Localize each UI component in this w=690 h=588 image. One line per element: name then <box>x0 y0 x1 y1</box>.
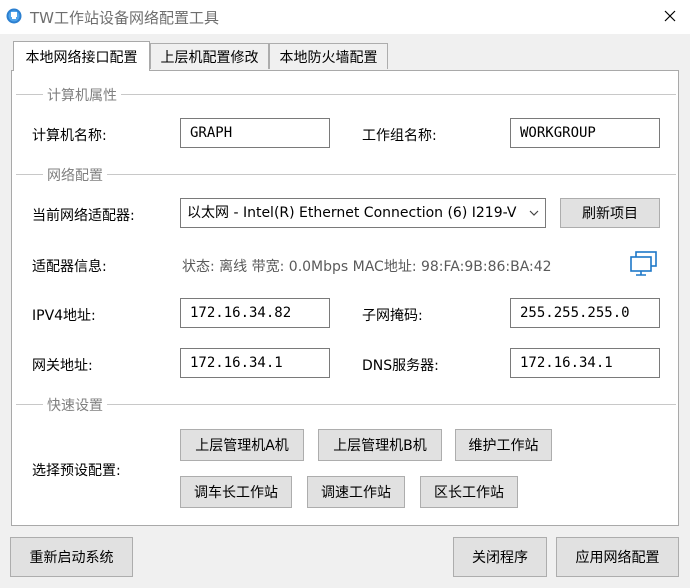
adapter-select-value: 以太网 - Intel(R) Ethernet Connection (6) I… <box>187 205 517 221</box>
chevron-down-icon <box>529 210 539 216</box>
adapter-info-value: 状态: 离线 带宽: 0.0Mbps MAC地址: 98:FA:9B:86:BA… <box>182 259 552 275</box>
network-group-label: 网络配置 <box>43 165 107 185</box>
tab-upper-machine[interactable]: 上层机配置修改 <box>150 43 269 69</box>
adapter-select[interactable]: 以太网 - Intel(R) Ethernet Connection (6) I… <box>180 198 546 228</box>
window-title: TW工作站设备网络配置工具 <box>30 9 219 27</box>
adapter-label: 当前网络适配器: <box>32 208 135 224</box>
close-program-button[interactable]: 关闭程序 <box>453 537 547 577</box>
apply-config-button[interactable]: 应用网络配置 <box>556 537 679 577</box>
computer-group-label: 计算机属性 <box>43 85 121 105</box>
refresh-button[interactable]: 刷新项目 <box>560 198 660 228</box>
close-window-button[interactable] <box>650 0 690 32</box>
preset-upper-b-button[interactable]: 上层管理机B机 <box>318 429 442 461</box>
tab-panel: 计算机属性 计算机名称: GRAPH 工作组名称: WORKGROUP 网络配置… <box>11 70 679 526</box>
gateway-input[interactable]: 172.16.34.1 <box>180 348 330 378</box>
ipv4-input[interactable]: 172.16.34.82 <box>180 298 330 328</box>
subnet-mask-input[interactable]: 255.255.255.0 <box>510 298 660 328</box>
subnet-mask-label: 子网掩码: <box>362 308 423 324</box>
tab-local-firewall[interactable]: 本地防火墙配置 <box>269 43 388 69</box>
preset-speed-button[interactable]: 调速工作站 <box>307 476 405 508</box>
close-icon <box>664 10 676 22</box>
tab-local-network[interactable]: 本地网络接口配置 <box>13 41 150 71</box>
title-bar: TW工作站设备网络配置工具 <box>0 0 690 34</box>
preset-maintenance-button[interactable]: 维护工作站 <box>455 429 552 461</box>
preset-district-button[interactable]: 区长工作站 <box>420 476 518 508</box>
gateway-label: 网关地址: <box>32 358 93 374</box>
preset-upper-a-button[interactable]: 上层管理机A机 <box>180 429 304 461</box>
app-icon <box>6 8 22 24</box>
restart-system-button[interactable]: 重新启动系统 <box>10 537 133 577</box>
preset-shunting-button[interactable]: 调车长工作站 <box>180 476 292 508</box>
workgroup-input[interactable]: WORKGROUP <box>510 118 660 148</box>
preset-label: 选择预设配置: <box>32 463 121 479</box>
workgroup-label: 工作组名称: <box>362 128 437 144</box>
adapter-info-label: 适配器信息: <box>32 259 107 275</box>
group-divider <box>16 404 676 405</box>
quick-group-label: 快速设置 <box>43 395 107 415</box>
dns-input[interactable]: 172.16.34.1 <box>510 348 660 378</box>
group-divider <box>16 174 676 175</box>
dns-label: DNS服务器: <box>362 358 439 374</box>
ipv4-label: IPV4地址: <box>32 308 96 324</box>
computer-name-label: 计算机名称: <box>32 128 107 144</box>
monitor-icon[interactable] <box>629 250 659 278</box>
computer-name-input[interactable]: GRAPH <box>180 118 330 148</box>
